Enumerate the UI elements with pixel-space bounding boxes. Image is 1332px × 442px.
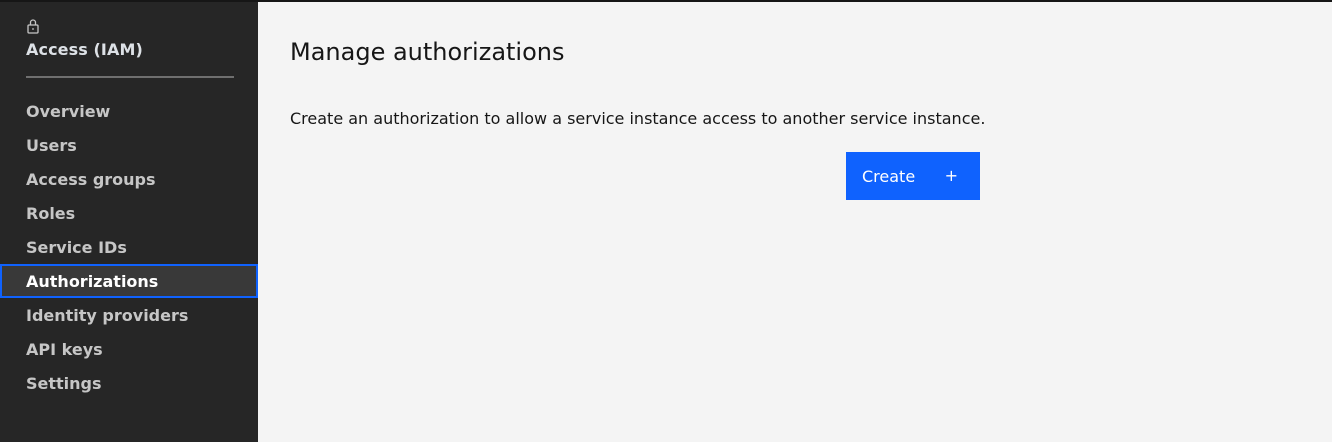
page-description: Create an authorization to allow a servi… <box>290 109 986 128</box>
lock-icon <box>27 19 39 34</box>
sidebar-item-overview[interactable]: Overview <box>0 94 258 128</box>
sidebar: Access (IAM) Overview Users Access group… <box>0 2 258 442</box>
sidebar-nav: Overview Users Access groups Roles Servi… <box>0 94 258 400</box>
sidebar-item-api-keys[interactable]: API keys <box>0 332 258 366</box>
sidebar-item-roles[interactable]: Roles <box>0 196 258 230</box>
sidebar-header: Access (IAM) <box>26 18 234 59</box>
page-title: Manage authorizations <box>290 38 565 66</box>
sidebar-title: Access (IAM) <box>26 40 143 59</box>
sidebar-item-identity-providers[interactable]: Identity providers <box>0 298 258 332</box>
sidebar-item-access-groups[interactable]: Access groups <box>0 162 258 196</box>
sidebar-item-authorizations[interactable]: Authorizations <box>0 264 258 298</box>
create-button-label: Create <box>862 166 916 186</box>
app-window: Access (IAM) Overview Users Access group… <box>0 0 1332 442</box>
sidebar-item-users[interactable]: Users <box>0 128 258 162</box>
sidebar-item-service-ids[interactable]: Service IDs <box>0 230 258 264</box>
sidebar-item-settings[interactable]: Settings <box>0 366 258 400</box>
sidebar-divider <box>26 76 234 78</box>
main-content: Manage authorizations Create an authoriz… <box>258 2 1332 442</box>
plus-icon: + <box>944 166 958 185</box>
create-button[interactable]: Create + <box>846 152 980 200</box>
